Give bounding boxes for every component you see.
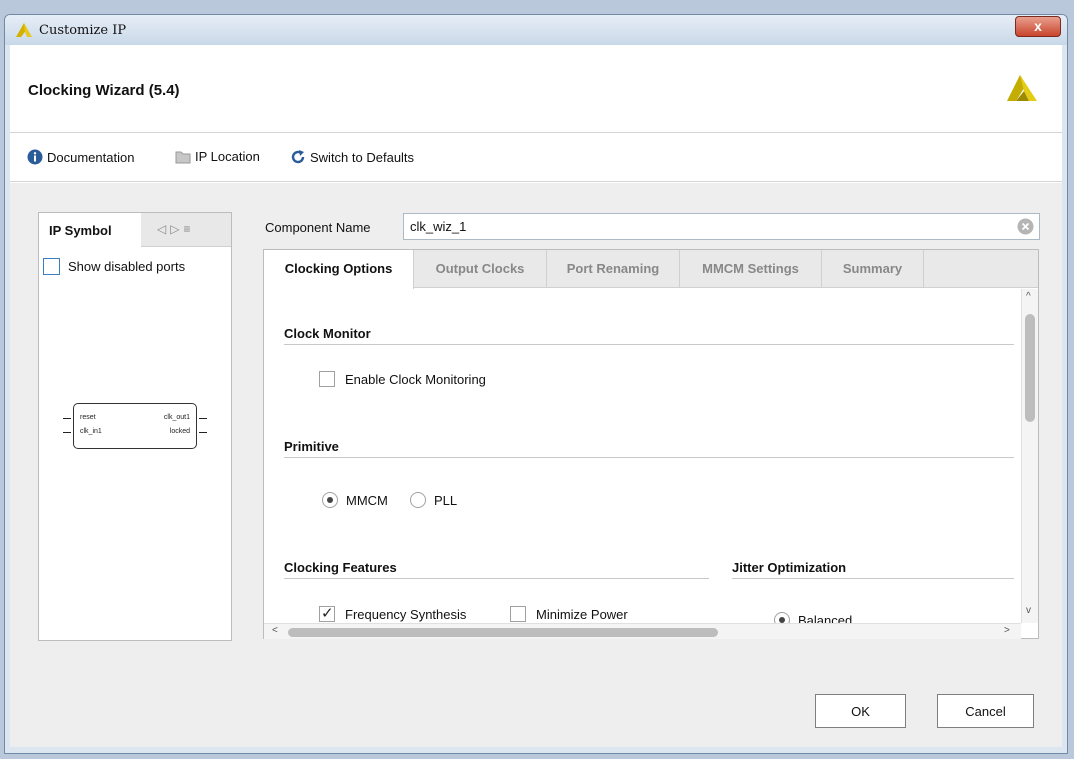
vertical-scroll-thumb[interactable] (1025, 314, 1035, 422)
vivado-app-icon (15, 22, 33, 43)
folder-icon (175, 151, 191, 163)
tab-ip-symbol[interactable]: IP Symbol (39, 213, 141, 247)
radio-mmcm-label: MMCM (346, 492, 388, 508)
primitive-title: Primitive (284, 439, 339, 454)
frequency-synthesis-checkbox[interactable]: Frequency Synthesis (319, 604, 467, 622)
ip-block: reset clk_in1 clk_out1 locked (73, 403, 197, 449)
port-label: reset (80, 414, 96, 421)
close-button[interactable]: x (1015, 16, 1061, 37)
radio-pll[interactable]: PLL (410, 492, 457, 508)
ip-symbol-tabbar: IP Symbol ◁▷≡ (39, 213, 231, 247)
cancel-button[interactable]: Cancel (937, 694, 1034, 728)
clocking-features-title: Clocking Features (284, 560, 397, 575)
dialog-footer: OK Cancel (10, 673, 1062, 747)
output-pin (199, 418, 207, 419)
component-name-label: Component Name (265, 220, 371, 235)
horizontal-scroll-thumb[interactable] (288, 628, 718, 637)
enable-clock-monitoring-label: Enable Clock Monitoring (345, 371, 486, 387)
radio-button[interactable] (410, 492, 426, 508)
section-divider (284, 457, 1014, 458)
ip-symbol-diagram: reset clk_in1 clk_out1 locked (59, 403, 213, 453)
radio-pll-label: PLL (434, 492, 458, 508)
dialog-header: Clocking Wizard (5.4) (10, 45, 1062, 133)
chevron-left-icon[interactable]: ◁ (157, 222, 170, 236)
tab-port-renaming[interactable]: Port Renaming (547, 250, 680, 288)
clock-monitor-title: Clock Monitor (284, 326, 371, 341)
dialog-client: Clocking Wizard (5.4) Documentation IP L… (10, 45, 1062, 747)
port-label: clk_in1 (80, 428, 102, 435)
tab-output-clocks[interactable]: Output Clocks (414, 250, 547, 288)
minimize-power-label: Minimize Power (536, 606, 628, 622)
ip-location-label: IP Location (195, 149, 260, 164)
panel-nav-controls[interactable]: ◁▷≡ (157, 222, 194, 236)
ip-title: Clocking Wizard (5.4) (28, 82, 180, 99)
frequency-synthesis-label: Frequency Synthesis (345, 606, 467, 622)
scroll-up-icon[interactable]: ^ (1026, 291, 1031, 302)
refresh-icon (291, 150, 305, 164)
vertical-scrollbar[interactable]: ^ v (1021, 289, 1038, 623)
options-tabs-panel: Clocking Options Output Clocks Port Rena… (263, 249, 1039, 639)
documentation-button[interactable]: Documentation (27, 149, 134, 165)
customize-ip-window: Customize IP x Clocking Wizard (5.4) Doc… (4, 14, 1068, 754)
tab-summary[interactable]: Summary (822, 250, 924, 288)
radio-mmcm[interactable]: MMCM (322, 492, 388, 508)
port-label: locked (169, 428, 190, 435)
ok-button[interactable]: OK (815, 694, 906, 728)
show-disabled-ports-label: Show disabled ports (68, 259, 186, 274)
window-title: Customize IP (39, 23, 127, 38)
toolbar: Documentation IP Location Switch to Defa… (10, 134, 1062, 182)
component-name-input[interactable] (403, 213, 1040, 240)
enable-clock-monitoring-checkbox[interactable]: Enable Clock Monitoring (319, 371, 486, 387)
scroll-down-icon[interactable]: v (1026, 605, 1031, 616)
section-divider (284, 578, 709, 579)
radio-button[interactable] (774, 612, 790, 623)
switch-to-defaults-button[interactable]: Switch to Defaults (290, 149, 414, 165)
radio-button[interactable] (322, 492, 338, 508)
input-pin (63, 432, 71, 433)
output-pin (199, 432, 207, 433)
tab-mmcm-settings[interactable]: MMCM Settings (680, 250, 822, 288)
section-divider (732, 578, 1014, 579)
configuration-area: Component Name Clocking Options Output C… (262, 212, 1042, 652)
dialog-body: IP Symbol ◁▷≡ Show disabled ports reset (10, 183, 1062, 673)
documentation-label: Documentation (47, 149, 135, 165)
radio-balanced[interactable]: Balanced (774, 612, 852, 623)
scroll-left-icon[interactable]: < (272, 625, 278, 636)
radio-balanced-label: Balanced (798, 612, 853, 624)
options-tabbar: Clocking Options Output Clocks Port Rena… (264, 250, 1038, 289)
clocking-options-content: Clock Monitor Enable Clock Monitoring Pr… (264, 289, 1021, 623)
input-pin (63, 418, 71, 419)
checkbox-box[interactable] (510, 606, 526, 622)
switch-to-defaults-label: Switch to Defaults (310, 149, 415, 165)
clear-icon[interactable] (1017, 218, 1034, 240)
info-icon (27, 149, 43, 165)
show-disabled-ports-checkbox[interactable]: Show disabled ports (43, 258, 185, 275)
ip-symbol-panel: IP Symbol ◁▷≡ Show disabled ports reset (38, 212, 232, 641)
checkbox-box[interactable] (319, 371, 335, 387)
menu-icon[interactable]: ≡ (183, 222, 194, 236)
section-divider (284, 344, 1014, 345)
jitter-optimization-title: Jitter Optimization (732, 560, 847, 575)
checkbox-box[interactable] (43, 258, 60, 275)
title-bar[interactable]: Customize IP x (5, 15, 1067, 45)
minimize-power-checkbox[interactable]: Minimize Power (510, 606, 628, 622)
port-label: clk_out1 (163, 414, 190, 421)
horizontal-scrollbar[interactable]: < > (264, 623, 1021, 639)
tab-clocking-options[interactable]: Clocking Options (264, 250, 414, 289)
scroll-right-icon[interactable]: > (1004, 625, 1010, 636)
checkbox-box[interactable] (319, 604, 335, 622)
ip-location-button[interactable]: IP Location (175, 149, 260, 164)
xilinx-logo-icon (1004, 71, 1040, 108)
chevron-right-icon[interactable]: ▷ (170, 222, 183, 236)
